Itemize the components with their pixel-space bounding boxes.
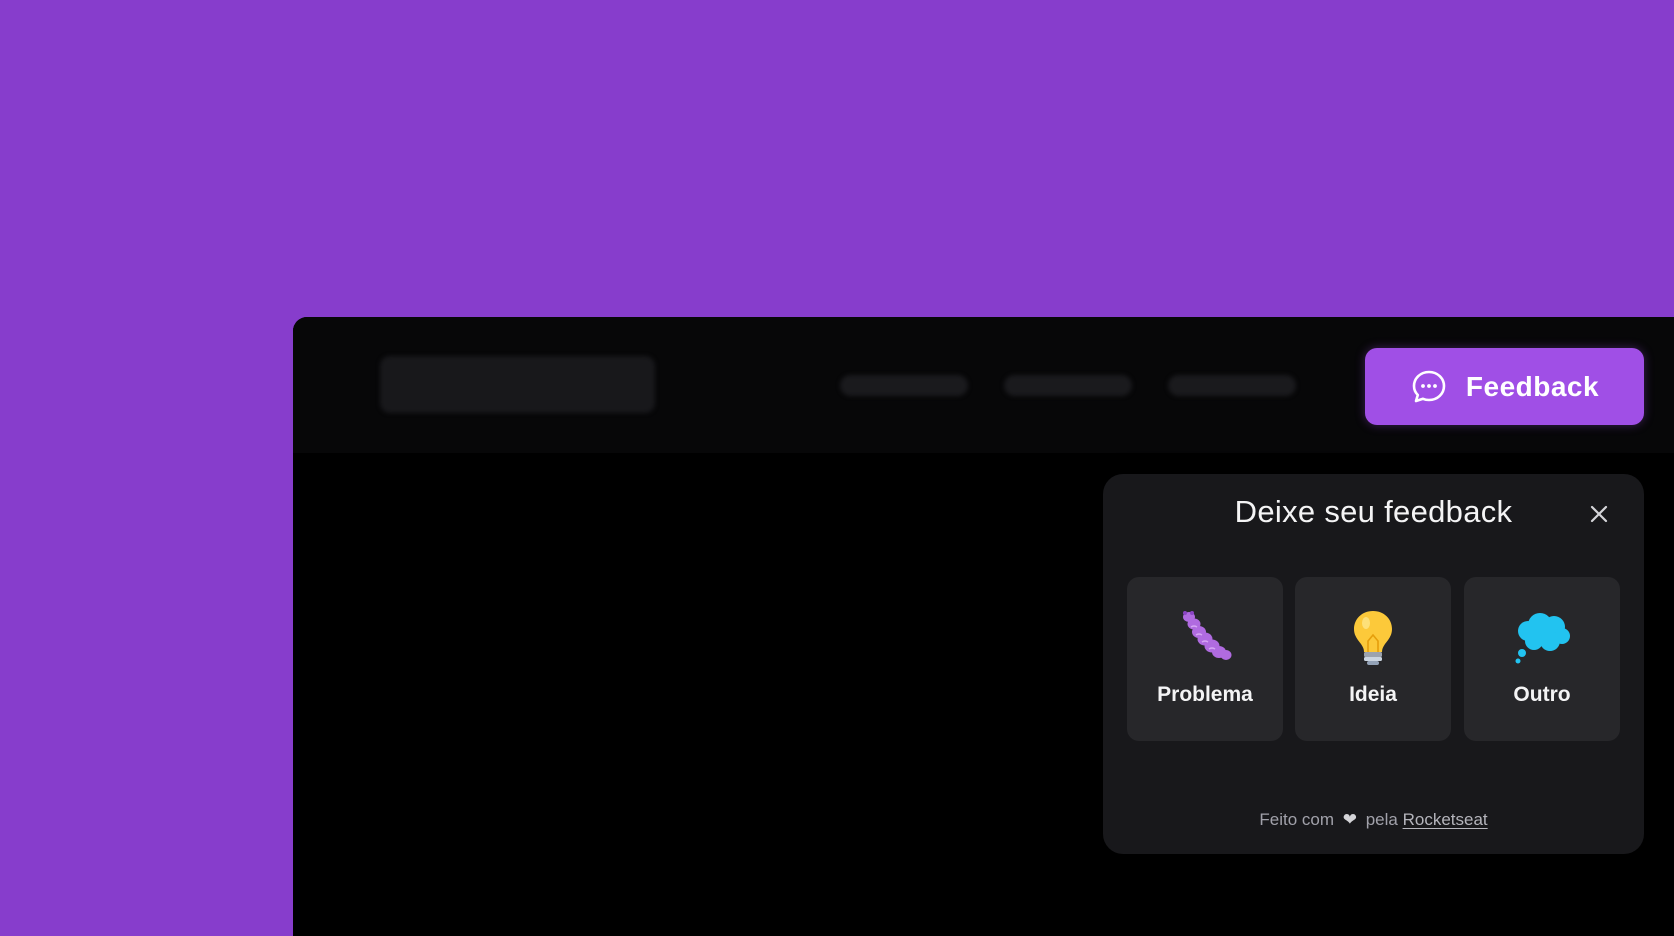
close-icon xyxy=(1590,505,1608,523)
feedback-button[interactable]: Feedback xyxy=(1365,348,1644,425)
nav-link-placeholder xyxy=(1168,375,1296,396)
close-button[interactable] xyxy=(1584,499,1614,529)
footer-middle: pela xyxy=(1365,810,1398,829)
option-label: Outro xyxy=(1513,683,1571,706)
chat-bubble-icon xyxy=(1412,370,1446,402)
nav-link-placeholder xyxy=(840,375,968,396)
nav-link-placeholder xyxy=(1004,375,1132,396)
footer-prefix: Feito com xyxy=(1259,810,1334,829)
feedback-widget: Deixe seu feedback Problema Ideia Outro … xyxy=(1103,474,1644,854)
heart-icon: ❤ xyxy=(1342,810,1357,829)
thought-bubble-icon xyxy=(1515,613,1570,664)
widget-title: Deixe seu feedback xyxy=(1234,494,1513,529)
logo-placeholder xyxy=(380,356,655,413)
option-label: Ideia xyxy=(1349,683,1397,706)
option-label: Problema xyxy=(1157,683,1253,706)
feedback-type-outro[interactable]: Outro xyxy=(1464,577,1620,741)
lightbulb-icon xyxy=(1354,611,1392,665)
widget-footer: Feito com ❤ pela Rocketseat xyxy=(1103,810,1644,830)
feedback-type-ideia[interactable]: Ideia xyxy=(1295,577,1451,741)
feedback-type-problema[interactable]: Problema xyxy=(1127,577,1283,741)
feedback-button-label: Feedback xyxy=(1465,370,1600,402)
bug-icon xyxy=(1183,611,1232,660)
rocketseat-link[interactable]: Rocketseat xyxy=(1403,810,1488,829)
